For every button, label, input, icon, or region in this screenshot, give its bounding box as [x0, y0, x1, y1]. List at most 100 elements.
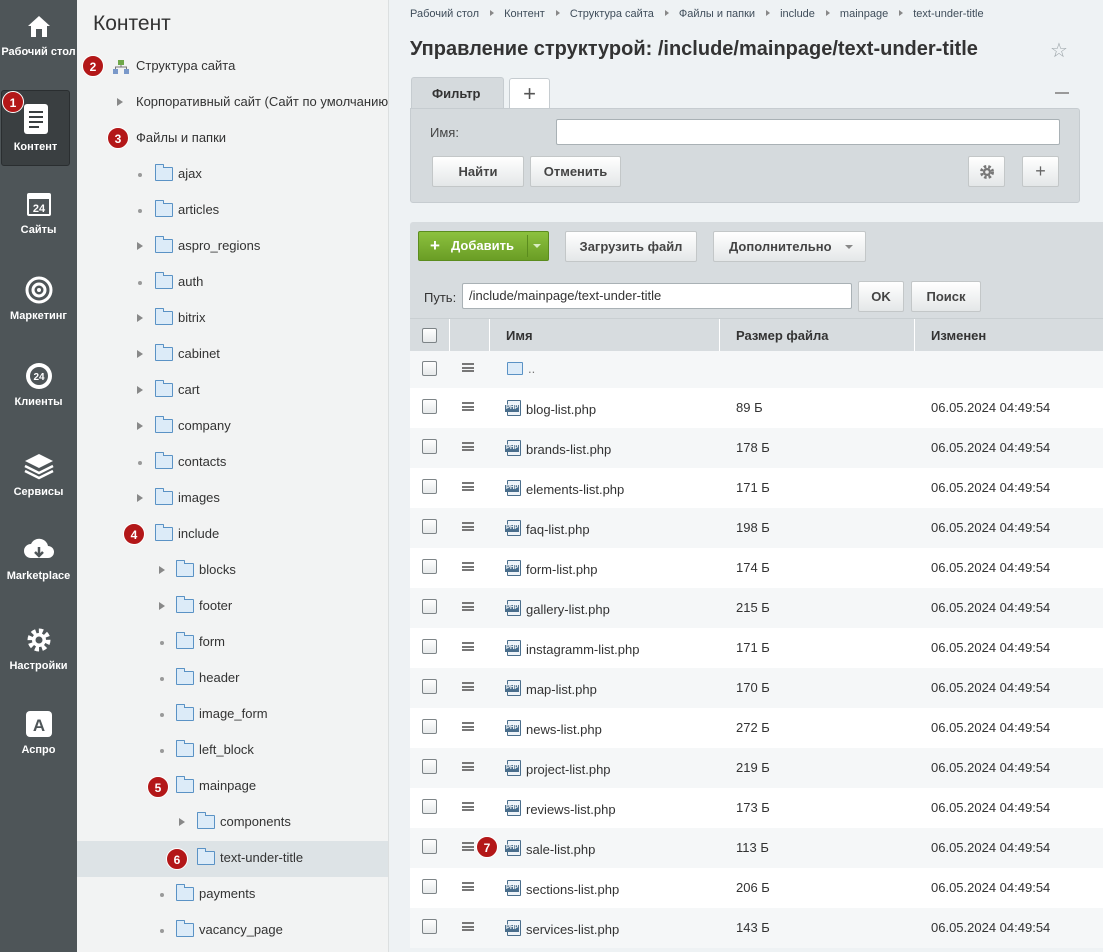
- tree-folder-auth[interactable]: auth: [77, 265, 388, 301]
- table-row[interactable]: map-list.php 170 Б 06.05.2024 04:49:54: [410, 668, 1103, 708]
- tree-folder-text-under-title[interactable]: 6 text-under-title: [77, 841, 388, 877]
- file-name[interactable]: sections-list.php: [526, 882, 619, 897]
- menu-icon[interactable]: [462, 442, 474, 451]
- table-row[interactable]: form-list.php 174 Б 06.05.2024 04:49:54: [410, 548, 1103, 588]
- file-name[interactable]: elements-list.php: [526, 482, 624, 497]
- row-checkbox[interactable]: [422, 879, 437, 894]
- name-filter-input[interactable]: [556, 119, 1060, 145]
- file-name[interactable]: blog-list.php: [526, 402, 596, 417]
- tree-folder-components[interactable]: components: [77, 805, 388, 841]
- row-checkbox[interactable]: [422, 439, 437, 454]
- breadcrumb-item[interactable]: text-under-title: [913, 8, 983, 20]
- file-name[interactable]: map-list.php: [526, 682, 597, 697]
- rail-item-desktop[interactable]: Рабочий стол: [0, 6, 77, 84]
- tree-item-files-and-folders[interactable]: 3 Файлы и папки: [77, 121, 388, 157]
- row-checkbox[interactable]: [422, 719, 437, 734]
- row-checkbox[interactable]: [422, 679, 437, 694]
- ok-button[interactable]: OK: [858, 281, 904, 312]
- column-header-size[interactable]: Размер файла: [720, 319, 915, 352]
- chevron-right-icon[interactable]: [137, 494, 143, 502]
- chevron-right-icon[interactable]: [137, 242, 143, 250]
- tree-folder-bitrix[interactable]: bitrix: [77, 301, 388, 337]
- table-row[interactable]: project-list.php 219 Б 06.05.2024 04:49:54: [410, 748, 1103, 788]
- table-row[interactable]: services-list.php 143 Б 06.05.2024 04:49:5…: [410, 908, 1103, 948]
- tree-folder-payments[interactable]: payments: [77, 877, 388, 913]
- table-row[interactable]: elements-list.php 171 Б 06.05.2024 04:49:5…: [410, 468, 1103, 508]
- tree-item-corporate-site[interactable]: Корпоративный сайт (Сайт по умолчанию): [77, 85, 388, 121]
- tree-folder-mainpage[interactable]: 5 mainpage: [77, 769, 388, 805]
- file-name[interactable]: faq-list.php: [526, 522, 590, 537]
- menu-icon[interactable]: [462, 482, 474, 491]
- menu-icon[interactable]: [462, 602, 474, 611]
- column-header-modified[interactable]: Изменен: [915, 319, 1103, 352]
- row-checkbox[interactable]: [422, 759, 437, 774]
- menu-icon[interactable]: [462, 562, 474, 571]
- table-row[interactable]: gallery-list.php 215 Б 06.05.2024 04:49:54: [410, 588, 1103, 628]
- file-name[interactable]: reviews-list.php: [526, 802, 616, 817]
- menu-icon[interactable]: [462, 922, 474, 931]
- menu-icon[interactable]: [462, 522, 474, 531]
- tree-folder-footer[interactable]: footer: [77, 589, 388, 625]
- breadcrumb-item[interactable]: Контент: [504, 8, 545, 20]
- tree-folder-articles[interactable]: articles: [77, 193, 388, 229]
- chevron-right-icon[interactable]: [137, 386, 143, 394]
- tree-folder-image-form[interactable]: image_form: [77, 697, 388, 733]
- column-header-name[interactable]: Имя: [490, 319, 720, 352]
- cancel-button[interactable]: Отменить: [530, 156, 621, 187]
- chevron-right-icon[interactable]: [159, 602, 165, 610]
- tree-folder-header[interactable]: header: [77, 661, 388, 697]
- file-name[interactable]: news-list.php: [526, 722, 602, 737]
- star-icon[interactable]: ☆: [1050, 38, 1068, 63]
- file-name[interactable]: project-list.php: [526, 762, 611, 777]
- menu-icon[interactable]: [462, 363, 474, 372]
- table-row[interactable]: instagramm-list.php 171 Б 06.05.2024 04:49…: [410, 628, 1103, 668]
- table-row[interactable]: sale-list.php 113 Б 06.05.2024 04:49:54 7: [410, 828, 1103, 868]
- path-input[interactable]: /include/mainpage/text-under-title: [462, 283, 852, 309]
- select-all-checkbox[interactable]: [422, 328, 437, 343]
- table-row[interactable]: faq-list.php 198 Б 06.05.2024 04:49:54: [410, 508, 1103, 548]
- chevron-right-icon[interactable]: [137, 422, 143, 430]
- tree-folder-form[interactable]: form: [77, 625, 388, 661]
- file-name[interactable]: sale-list.php: [526, 842, 595, 857]
- tree-folder-blocks[interactable]: blocks: [77, 553, 388, 589]
- chevron-right-icon[interactable]: [179, 818, 185, 826]
- rail-item-settings[interactable]: Настройки: [0, 620, 77, 698]
- row-checkbox[interactable]: [422, 361, 437, 376]
- menu-icon[interactable]: [462, 842, 474, 851]
- upload-file-button[interactable]: Загрузить файл: [565, 231, 697, 262]
- find-button[interactable]: Найти: [432, 156, 524, 187]
- row-checkbox[interactable]: [422, 559, 437, 574]
- collapse-filter-icon[interactable]: [1055, 92, 1069, 94]
- row-checkbox[interactable]: [422, 399, 437, 414]
- table-row[interactable]: reviews-list.php 173 Б 06.05.2024 04:49:54: [410, 788, 1103, 828]
- row-checkbox[interactable]: [422, 839, 437, 854]
- table-row[interactable]: brands-list.php 178 Б 06.05.2024 04:49:54: [410, 428, 1103, 468]
- breadcrumb-item[interactable]: Файлы и папки: [679, 8, 755, 20]
- file-name[interactable]: services-list.php: [526, 922, 619, 937]
- add-filter-field-button[interactable]: +: [1022, 156, 1059, 187]
- filter-settings-button[interactable]: [968, 156, 1005, 187]
- menu-icon[interactable]: [462, 802, 474, 811]
- rail-item-marketing[interactable]: Маркетинг: [0, 270, 77, 348]
- row-checkbox[interactable]: [422, 639, 437, 654]
- more-button[interactable]: Дополнительно: [713, 231, 866, 262]
- tab-filter[interactable]: Фильтр: [411, 77, 504, 110]
- add-filter-tab-button[interactable]: +: [509, 78, 550, 109]
- menu-icon[interactable]: [462, 722, 474, 731]
- menu-icon[interactable]: [462, 402, 474, 411]
- breadcrumb-item[interactable]: Рабочий стол: [410, 8, 479, 20]
- tree-folder-cabinet[interactable]: cabinet: [77, 337, 388, 373]
- table-row[interactable]: sections-list.php 206 Б 06.05.2024 04:49:5…: [410, 868, 1103, 908]
- file-name[interactable]: gallery-list.php: [526, 602, 610, 617]
- row-checkbox[interactable]: [422, 479, 437, 494]
- tree-folder-ajax[interactable]: ajax: [77, 157, 388, 193]
- rail-item-services[interactable]: Сервисы: [0, 446, 77, 524]
- rail-item-aspro[interactable]: A Аспро: [0, 704, 77, 782]
- chevron-right-icon[interactable]: [159, 566, 165, 574]
- tree-folder-company[interactable]: company: [77, 409, 388, 445]
- chevron-down-icon[interactable]: [533, 244, 541, 248]
- folder-up-icon[interactable]: [507, 362, 523, 375]
- file-name[interactable]: form-list.php: [526, 562, 598, 577]
- add-button[interactable]: + Добавить: [418, 231, 549, 261]
- tree-folder-images[interactable]: images: [77, 481, 388, 517]
